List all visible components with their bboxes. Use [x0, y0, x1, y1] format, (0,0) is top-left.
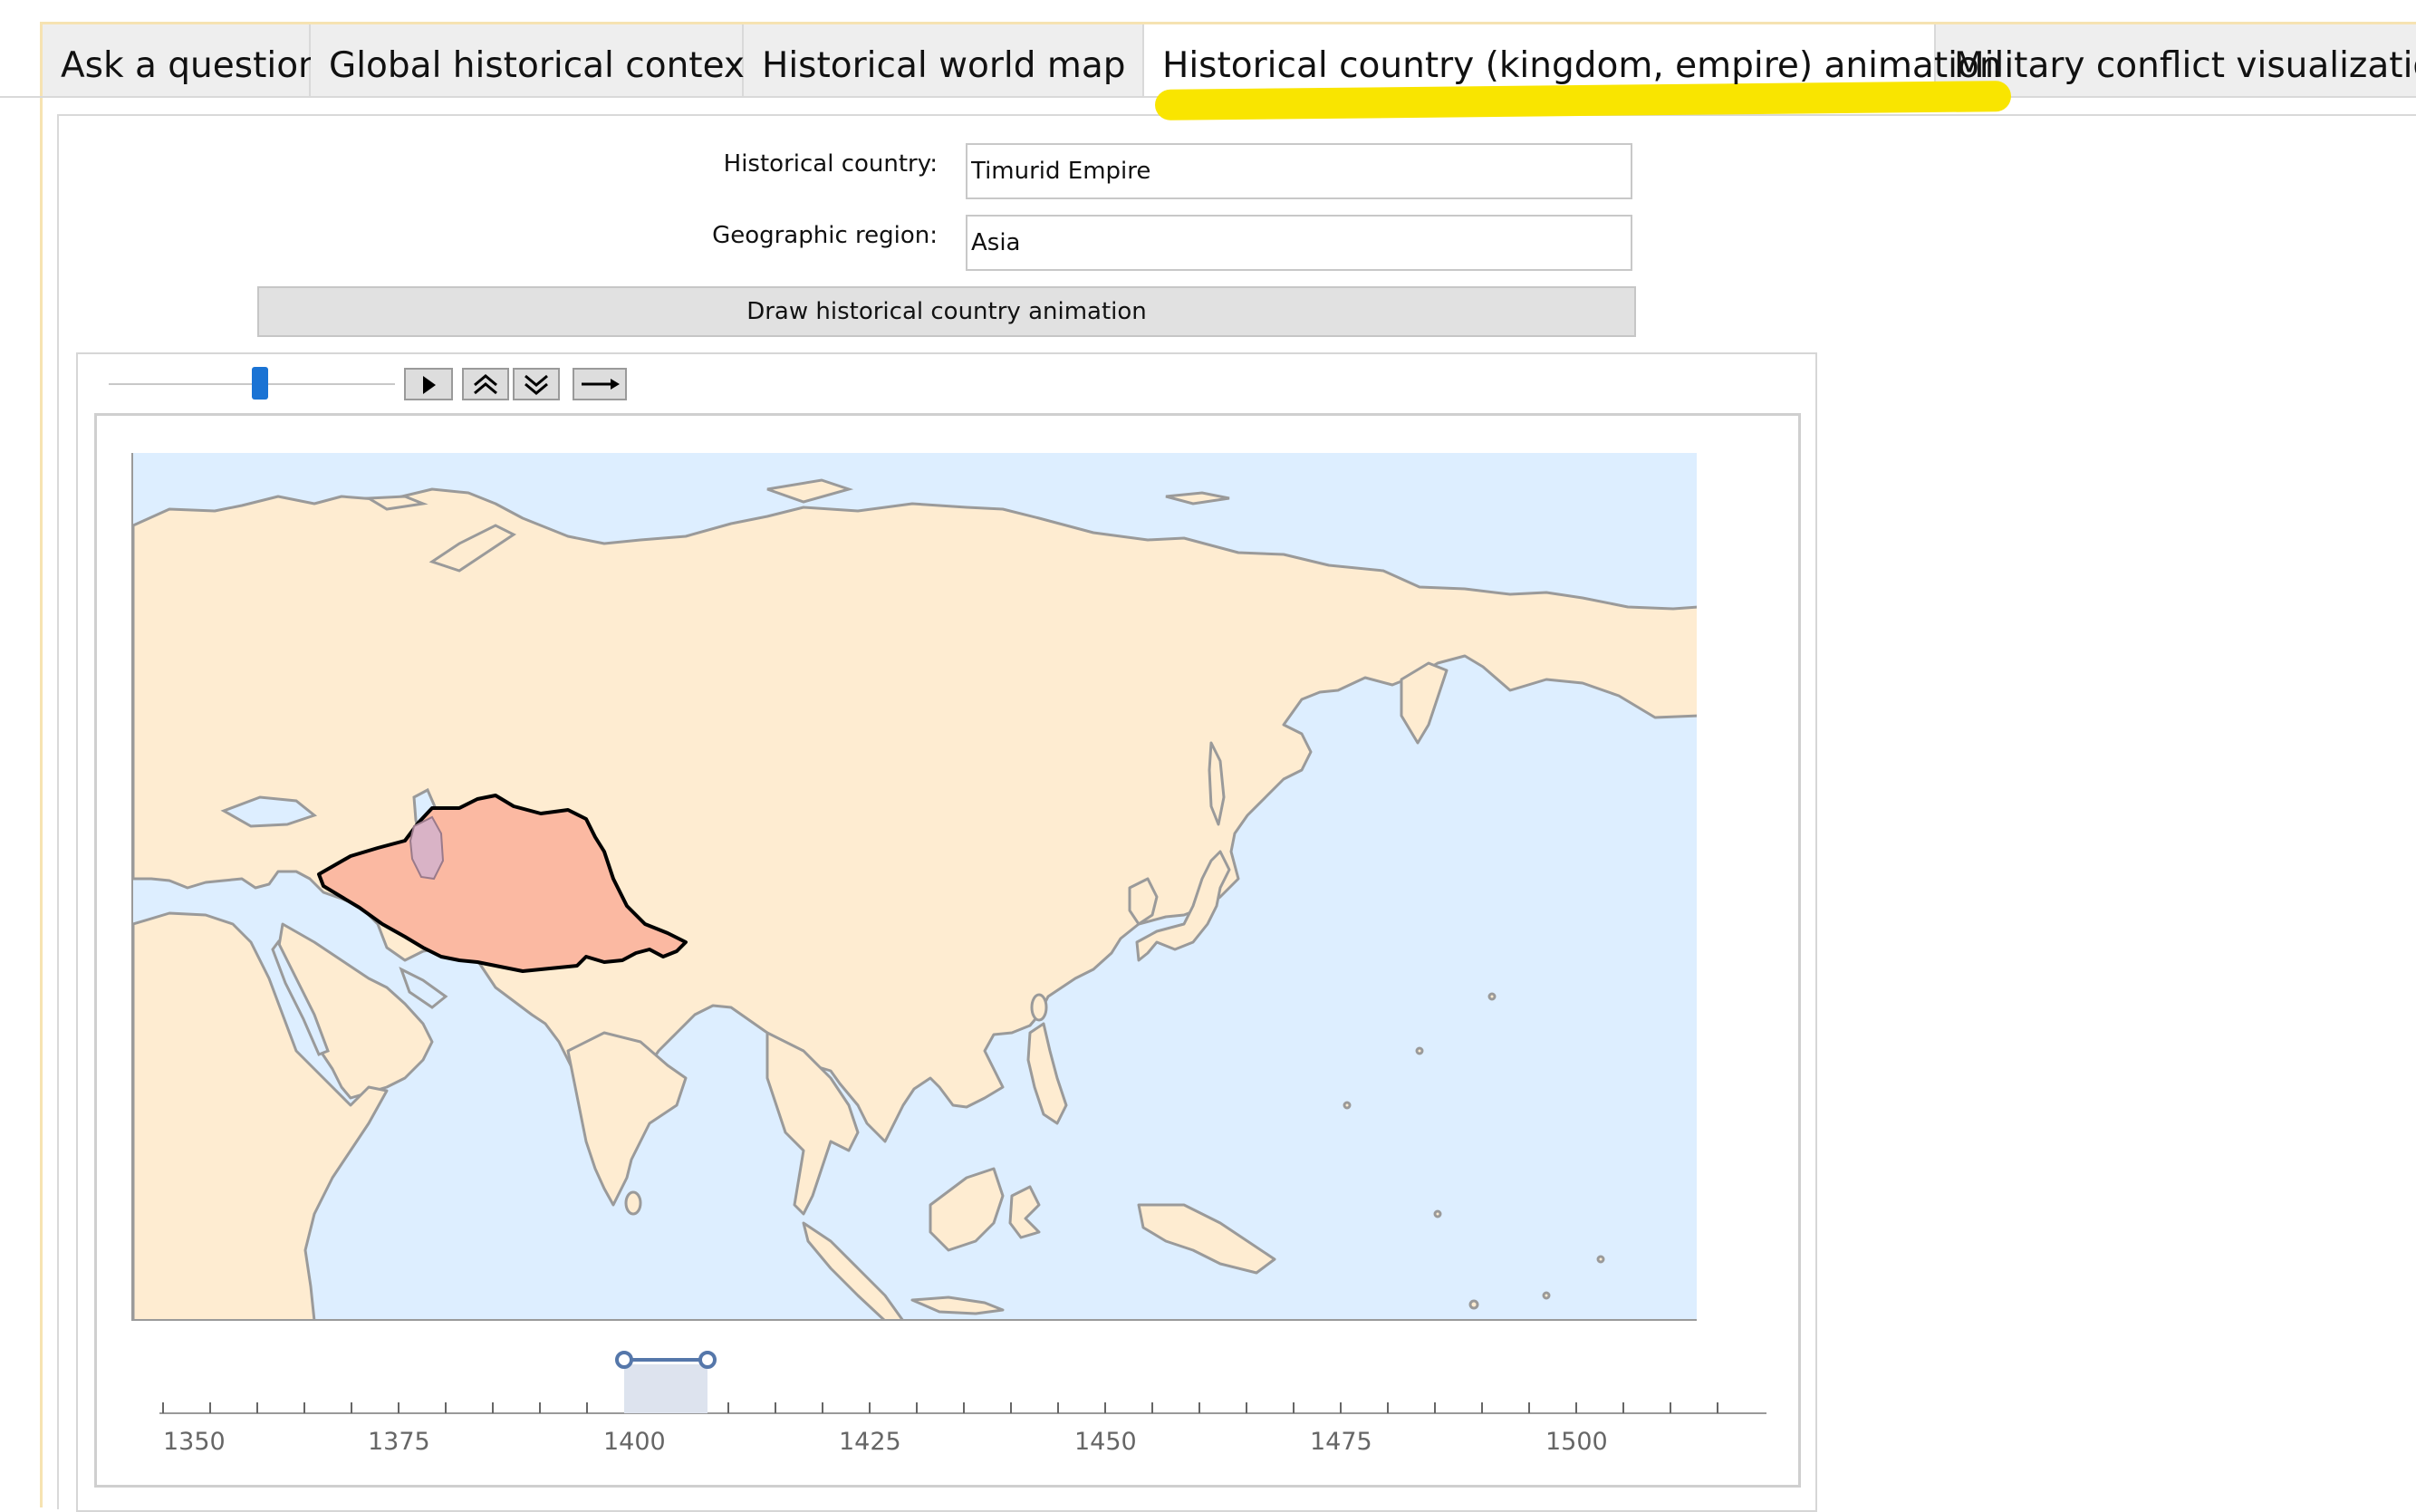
tick-label-1450: 1450	[1074, 1428, 1137, 1456]
tab-ask-a-question[interactable]: Ask a question	[43, 24, 321, 97]
tick-label-1400: 1400	[603, 1428, 666, 1456]
tab-global-historical-context[interactable]: Global historical context	[311, 24, 758, 97]
tab-label: Historical country (kingdom, empire) ani…	[1162, 45, 2002, 86]
slower-button[interactable]	[513, 368, 560, 400]
new-guinea	[1137, 1203, 1276, 1275]
country-input[interactable]	[966, 143, 1632, 199]
tick-label-1500: 1500	[1545, 1428, 1608, 1456]
frame-slider-thumb[interactable]	[252, 367, 268, 400]
tick-label-1375: 1375	[368, 1428, 430, 1456]
tick-labels: 1350 1375 1400 1425 1450 1475 1500	[163, 1428, 1608, 1456]
borneo	[929, 1167, 1005, 1252]
persian-gulf	[399, 966, 448, 1009]
speed-up-icon	[474, 374, 497, 395]
pacific-islands	[1343, 992, 1605, 1310]
timeline-axis[interactable]: 1350 1375 1400 1425 1450 1475 1500	[136, 1341, 1766, 1459]
range-end-handle[interactable]	[698, 1351, 717, 1369]
tab-label: Historical world map	[762, 45, 1126, 86]
philippines	[1026, 1022, 1068, 1125]
tick-label-1475: 1475	[1310, 1428, 1372, 1456]
play-button[interactable]	[404, 368, 453, 400]
timeline-svg: 1350 1375 1400 1425 1450 1475 1500	[159, 1351, 1766, 1456]
tab-bar: Ask a question Global historical context…	[43, 24, 2416, 97]
sri-lanka	[624, 1190, 642, 1216]
sulawesi	[1008, 1185, 1041, 1239]
tab-historical-country-animation[interactable]: Historical country (kingdom, empire) ani…	[1144, 24, 2002, 97]
tab-label: Ask a question	[61, 45, 321, 86]
range-start-handle[interactable]	[615, 1351, 633, 1369]
arctic-island	[766, 478, 854, 504]
timeline-ticks	[162, 1402, 1718, 1413]
play-icon	[423, 376, 436, 394]
region-input[interactable]	[966, 215, 1632, 271]
tab-label: Global historical context	[329, 45, 759, 86]
java	[910, 1295, 1005, 1315]
asia-map	[131, 453, 1697, 1321]
sumatra	[802, 1221, 904, 1319]
draw-animation-button[interactable]: Draw historical country animation	[257, 286, 1636, 337]
arctic-island	[1165, 491, 1230, 506]
tick-label-1425: 1425	[839, 1428, 901, 1456]
tab-historical-world-map[interactable]: Historical world map	[744, 24, 1144, 97]
india	[566, 1031, 688, 1207]
region-label: Geographic region:	[712, 222, 938, 249]
slow-down-icon	[525, 374, 548, 395]
country-label: Historical country:	[723, 150, 938, 178]
tab-label: Military conflict visualization	[1954, 45, 2416, 86]
map-svg	[133, 478, 1697, 1319]
tick-label-1350: 1350	[163, 1428, 226, 1456]
selected-range-band	[624, 1364, 707, 1413]
taiwan	[1030, 993, 1048, 1022]
faster-button[interactable]	[462, 368, 509, 400]
direction-icon	[582, 379, 620, 390]
kamchatka	[1400, 661, 1449, 745]
direction-button[interactable]	[573, 368, 627, 400]
